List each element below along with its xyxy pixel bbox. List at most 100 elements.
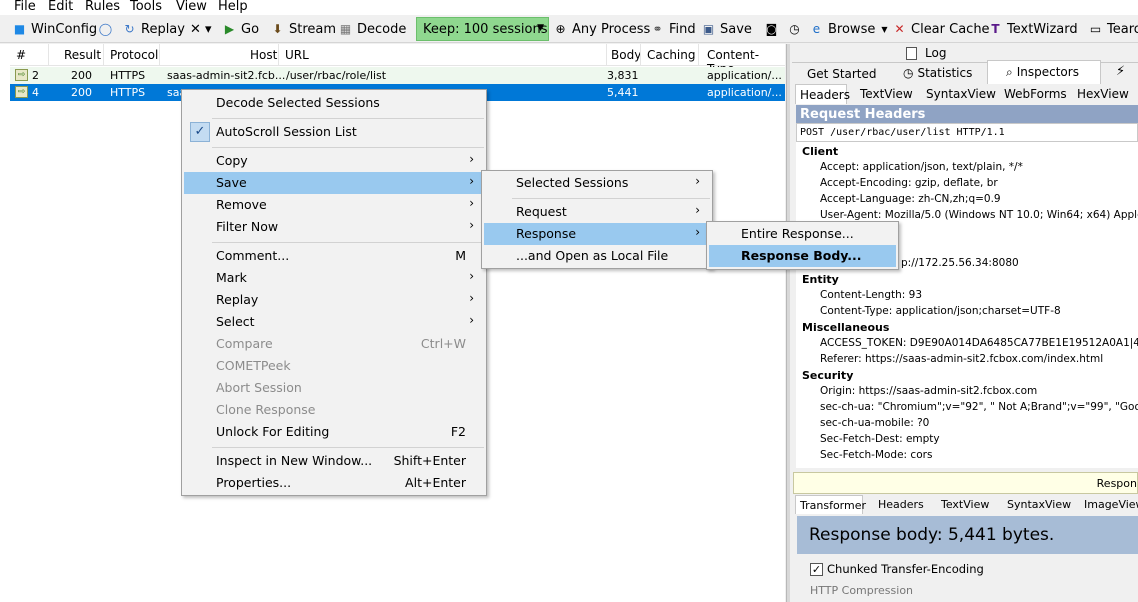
header-line[interactable]: Sec-Fetch-Dest: empty [820,433,940,445]
textwizard-button[interactable]: T TextWizard [988,20,1077,38]
header-line[interactable]: sec-ch-ua-mobile: ?0 [820,417,929,429]
menu-item-open-local-file[interactable]: ...and Open as Local File [484,245,710,267]
winconfig-button[interactable]: ■ WinConfig [12,20,97,38]
menu-item-entire-response[interactable]: Entire Response... [709,223,896,245]
resp-tab-imageview[interactable]: ImageView [1084,498,1138,511]
menu-tools[interactable]: Tools [130,0,162,14]
tab-statistics[interactable]: ◷ Statistics [895,63,987,83]
submenu-arrow-icon: › [469,196,474,210]
play-icon: ▶ [224,21,235,36]
find-button[interactable]: ⚭ Find [650,20,695,38]
save-button[interactable]: ▣ Save [701,20,752,38]
any-process-button[interactable]: ⊕ Any Process [553,20,650,38]
session-row[interactable]: ⇨ 2 200 HTTPS saas-admin-sit2.fcb... /us… [10,67,785,84]
col-body[interactable]: Body [611,48,641,62]
header-line[interactable]: User-Agent: Mozilla/5.0 (Windows NT 10.0… [820,209,1138,221]
menu-item-label: Response Body... [741,248,862,263]
menu-item-clone-response: Clone Response [184,399,484,421]
tab-log-label: Log [925,46,947,60]
menu-item-unlock-editing[interactable]: Unlock For Editing F2 [184,421,484,443]
menu-item-selected-sessions[interactable]: Selected Sessions › [484,172,710,194]
menu-item-decode-selected[interactable]: Decode Selected Sessions [184,92,484,114]
session-protocol: HTTPS [110,69,146,82]
browser-icon: e [812,21,821,36]
menu-item-copy[interactable]: Copy › [184,150,484,172]
browse-button[interactable]: e Browse ▼ [809,20,888,38]
menu-item-label: Entire Response... [741,226,854,241]
col-protocol[interactable]: Protocol [110,48,158,62]
col-result[interactable]: Result [64,48,101,62]
menu-item-comment[interactable]: Comment... M [184,245,484,267]
header-line[interactable]: ACCESS_TOKEN: D9E90A014DA6485CA77BE1E195… [820,337,1138,349]
screenshot-button[interactable]: ◙ [764,20,783,38]
menu-help[interactable]: Help [218,0,248,14]
menu-item-label: Unlock For Editing [216,424,330,439]
stream-button[interactable]: ⬇ Stream [270,20,336,38]
header-line[interactable]: Origin: https://saas-admin-sit2.fcbox.co… [820,385,1037,397]
header-line[interactable]: Accept-Encoding: gzip, deflate, br [820,177,998,189]
req-tab-textview[interactable]: TextView [860,87,913,101]
menu-item-properties[interactable]: Properties... Alt+Enter [184,472,484,494]
inspector-icon: ⌕ [1006,65,1013,79]
clear-cache-button[interactable]: ✕ Clear Cache [892,20,989,38]
header-group-client[interactable]: Client [802,145,838,158]
menu-item-save[interactable]: Save › [184,172,484,194]
menu-item-replay[interactable]: Replay › [184,289,484,311]
menu-item-request[interactable]: Request › [484,201,710,223]
autoresponder-icon[interactable]: ⚡ [1116,64,1125,79]
tearoff-button[interactable]: ▭ Tearo [1088,20,1138,38]
col-number[interactable]: # [16,48,26,62]
log-icon [906,46,917,60]
decode-button[interactable]: ▦ Decode [338,20,407,38]
comment-button[interactable]: ◯ [98,20,117,38]
remove-dropdown[interactable]: ✕ ▾ [190,20,212,38]
header-line[interactable]: Content-Type: application/json;charset=U… [820,305,1061,317]
response-notice-bar[interactable]: Respon [793,472,1138,494]
replay-button[interactable]: ↻ Replay [122,20,185,38]
resp-tab-textview[interactable]: TextView [941,498,989,511]
header-line[interactable]: p://172.25.56.34:8080 [901,257,1019,269]
go-button[interactable]: ▶ Go [222,20,259,38]
menu-item-response-body[interactable]: Response Body... [709,245,896,267]
tab-inspectors[interactable]: ⌕ Inspectors [987,60,1101,84]
menu-rules[interactable]: Rules [85,0,120,14]
tab-get-started[interactable]: Get Started [793,63,893,83]
menu-item-inspect-new-window[interactable]: Inspect in New Window... Shift+Enter [184,450,484,472]
menu-item-select[interactable]: Select › [184,311,484,333]
col-caching[interactable]: Caching [647,48,696,62]
header-group-entity[interactable]: Entity [802,273,839,286]
resp-tab-transformer[interactable]: Transformer [795,495,866,514]
resp-tab-headers[interactable]: Headers [878,498,924,511]
col-host[interactable]: Host [250,48,277,62]
request-headers-tree[interactable]: Client Accept: application/json, text/pl… [796,142,1138,468]
req-tab-hexview[interactable]: HexView [1077,87,1129,101]
header-line[interactable]: sec-ch-ua: "Chromium";v="92", " Not A;Br… [820,401,1138,413]
keep-sessions-dropdown[interactable]: Keep: 100 sessions ▼ [416,17,549,41]
menu-item-filter-now[interactable]: Filter Now › [184,216,484,238]
menu-item-autoscroll[interactable]: ✓ AutoScroll Session List [184,121,484,143]
header-line[interactable]: Referer: https://saas-admin-sit2.fcbox.c… [820,353,1103,365]
menu-shortcut: M [455,248,466,263]
menu-item-response[interactable]: Response › [484,223,710,245]
menu-item-label: Remove [216,197,267,212]
menu-item-mark[interactable]: Mark › [184,267,484,289]
tab-log[interactable]: Log [906,46,946,60]
menu-edit[interactable]: Edit [48,0,73,14]
menu-item-remove[interactable]: Remove › [184,194,484,216]
resp-tab-syntaxview[interactable]: SyntaxView [1007,498,1071,511]
chunked-encoding-checkbox[interactable]: ✓ Chunked Transfer-Encoding [810,562,984,576]
req-tab-webforms[interactable]: WebForms [1004,87,1067,101]
timer-button[interactable]: ◷ [787,20,806,38]
header-line[interactable]: Content-Length: 93 [820,289,922,301]
header-line[interactable]: Accept-Language: zh-CN,zh;q=0.9 [820,193,1001,205]
col-url[interactable]: URL [285,48,309,62]
header-group-security[interactable]: Security [802,369,853,382]
menu-file[interactable]: File [14,0,36,14]
header-line[interactable]: Accept: application/json, text/plain, */… [820,161,1023,173]
submenu-arrow-icon: › [469,291,474,305]
req-tab-headers[interactable]: Headers [795,84,850,104]
req-tab-syntaxview[interactable]: SyntaxView [926,87,996,101]
header-line[interactable]: Sec-Fetch-Mode: cors [820,449,932,461]
header-group-miscellaneous[interactable]: Miscellaneous [802,321,889,334]
menu-view[interactable]: View [176,0,207,14]
